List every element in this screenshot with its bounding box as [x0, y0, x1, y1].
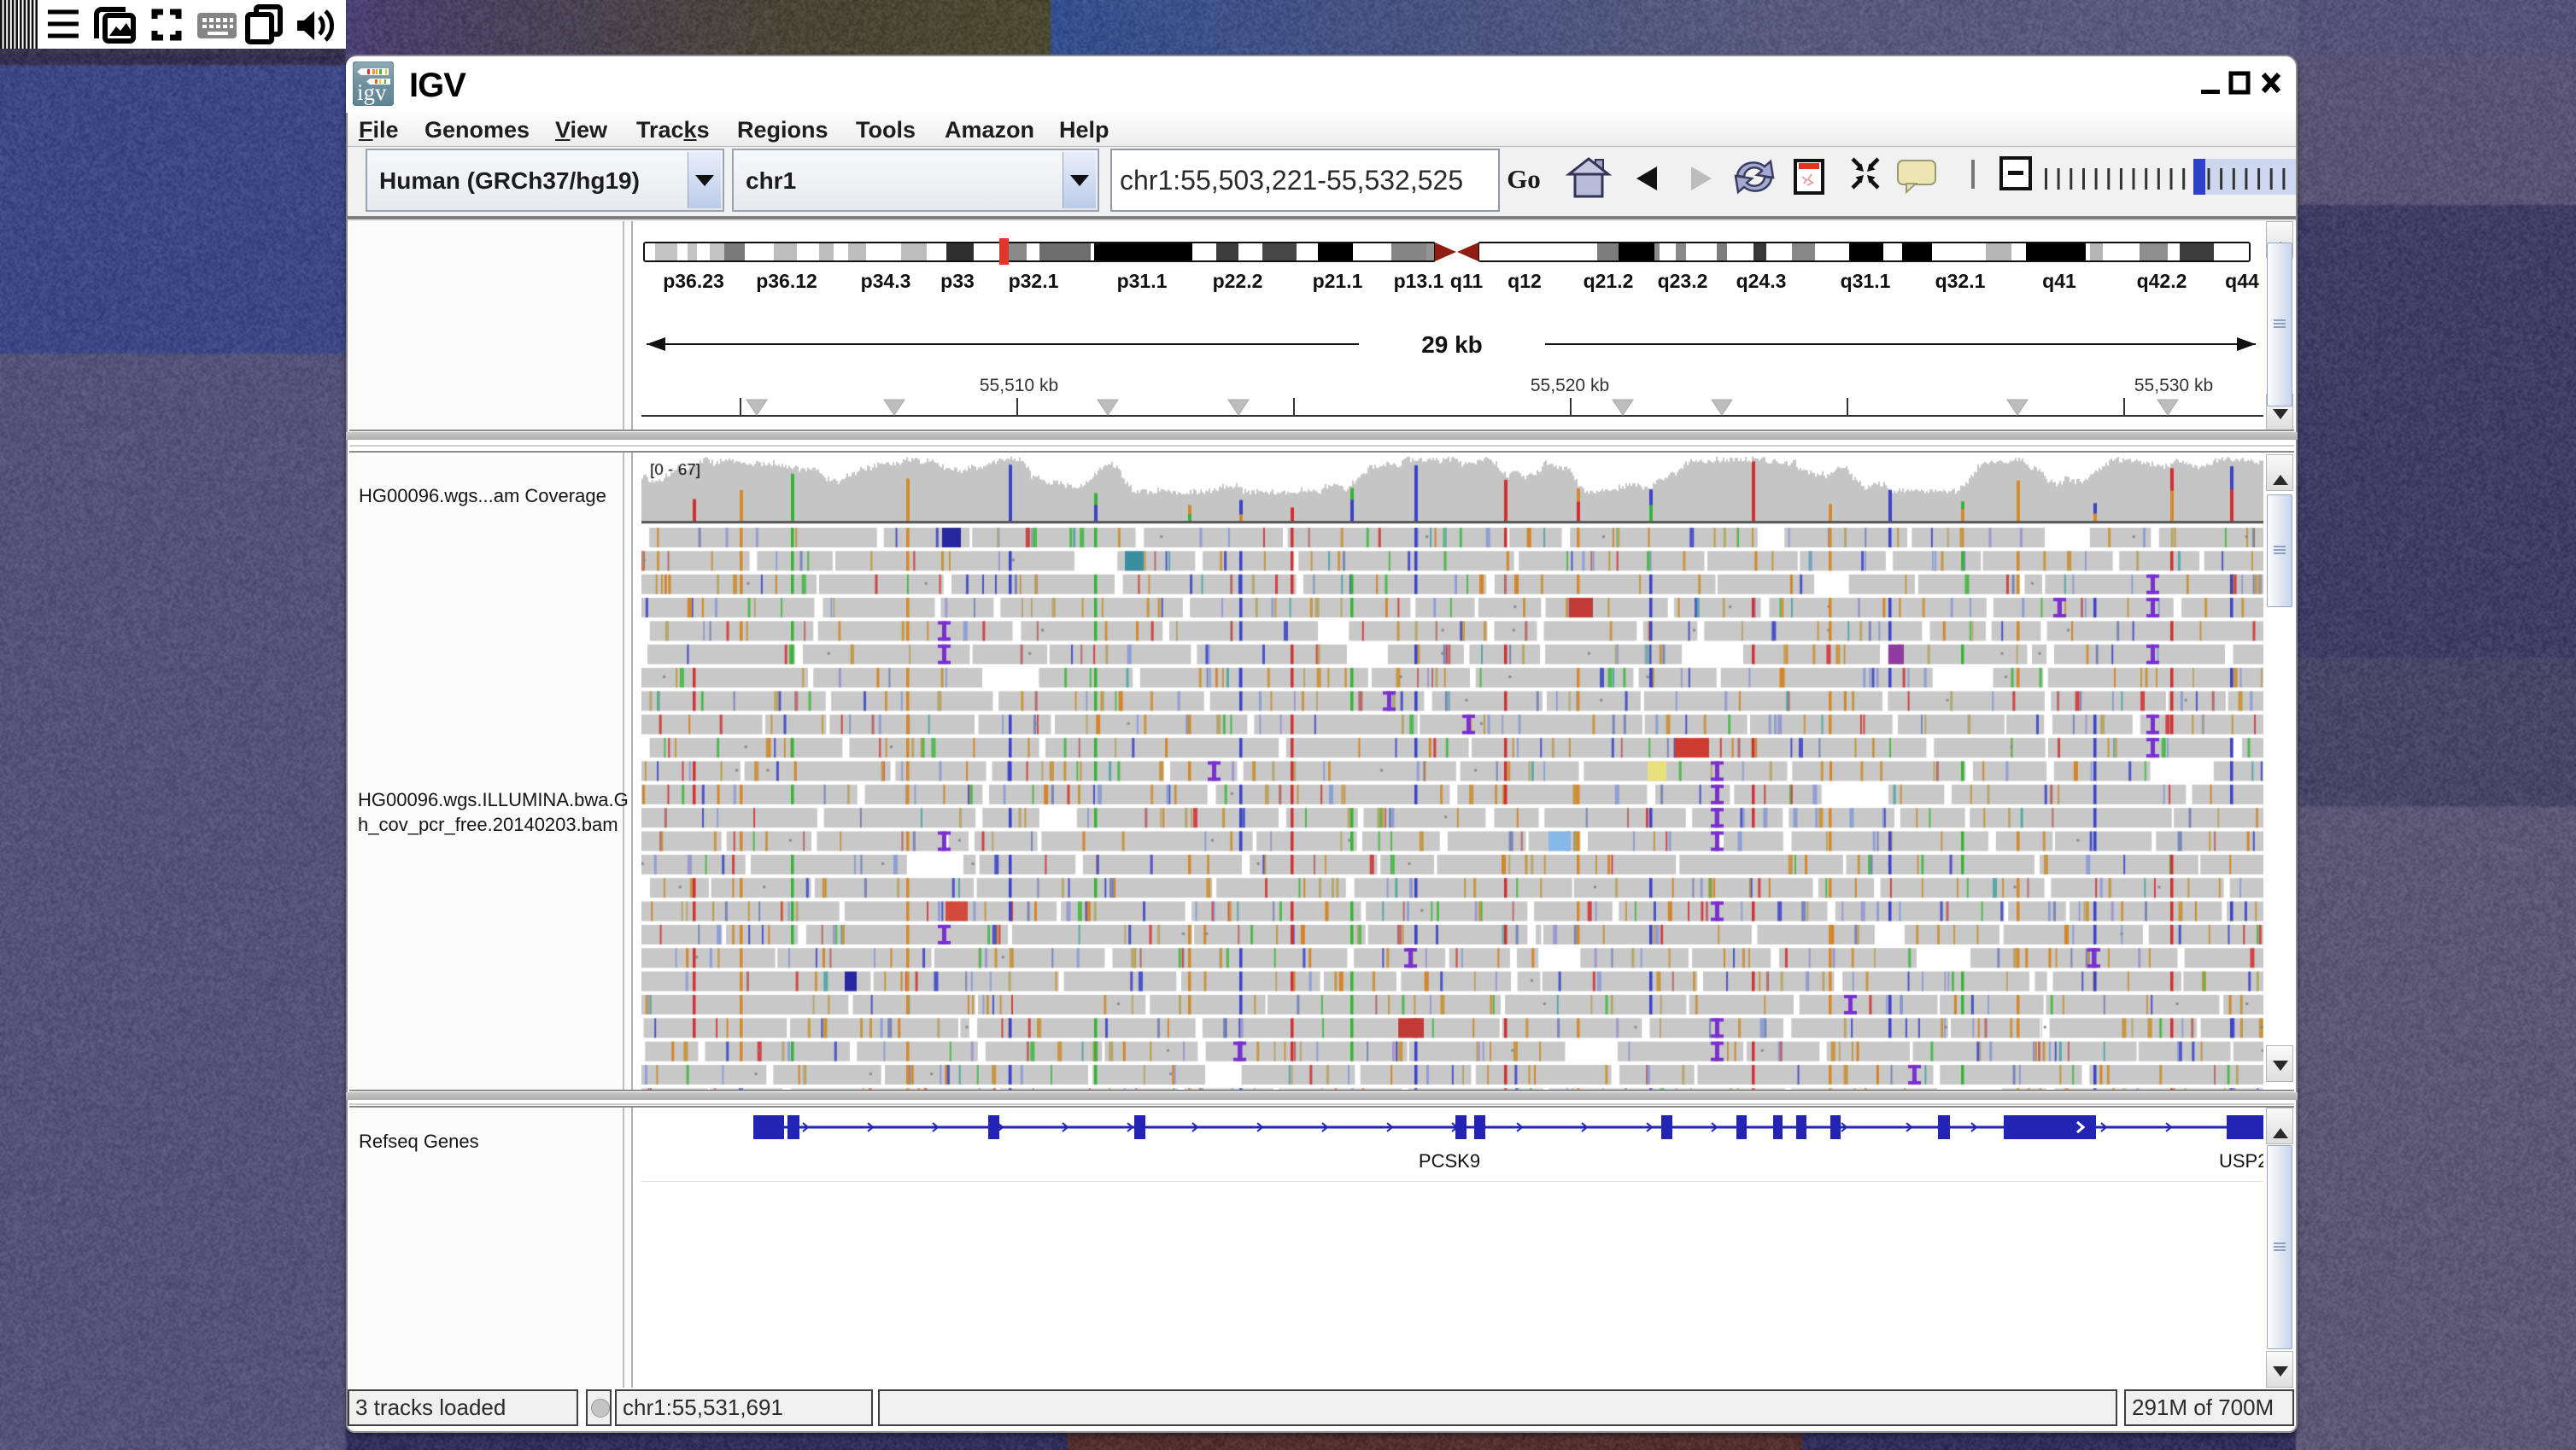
svg-text:p13.1: p13.1: [1394, 270, 1444, 292]
svg-text:q24.3: q24.3: [1736, 270, 1787, 292]
svg-text:p22.2: p22.2: [1213, 270, 1263, 292]
svg-text:q21.2: q21.2: [1584, 270, 1634, 292]
svg-text:p33: p33: [940, 270, 975, 292]
svg-text:55,520 kb: 55,520 kb: [1531, 376, 1609, 395]
svg-text:q44: q44: [2225, 270, 2259, 292]
svg-text:q12: q12: [1508, 270, 1542, 292]
svg-text:p36.23: p36.23: [663, 270, 724, 292]
svg-text:q31.1: q31.1: [1841, 270, 1891, 292]
svg-text:p32.1: p32.1: [1009, 270, 1059, 292]
svg-text:q23.2: q23.2: [1658, 270, 1708, 292]
svg-text:55,530 kb: 55,530 kb: [2134, 376, 2213, 395]
svg-text:p31.1: p31.1: [1117, 270, 1168, 292]
svg-text:55,510 kb: 55,510 kb: [980, 376, 1058, 395]
svg-text:q42.2: q42.2: [2137, 270, 2187, 292]
svg-text:p21.1: p21.1: [1313, 270, 1363, 292]
svg-text:PCSK9: PCSK9: [1419, 1150, 1480, 1172]
svg-text:igv: igv: [357, 79, 387, 105]
svg-text:USP24: USP24: [2219, 1150, 2263, 1172]
svg-text:q11: q11: [1450, 270, 1484, 292]
svg-text:q41: q41: [2042, 270, 2076, 292]
svg-text:q32.1: q32.1: [1935, 270, 1986, 292]
svg-text:p36.12: p36.12: [756, 270, 817, 292]
svg-text:p34.3: p34.3: [861, 270, 911, 292]
svg-text:29 kb: 29 kb: [1421, 331, 1483, 358]
